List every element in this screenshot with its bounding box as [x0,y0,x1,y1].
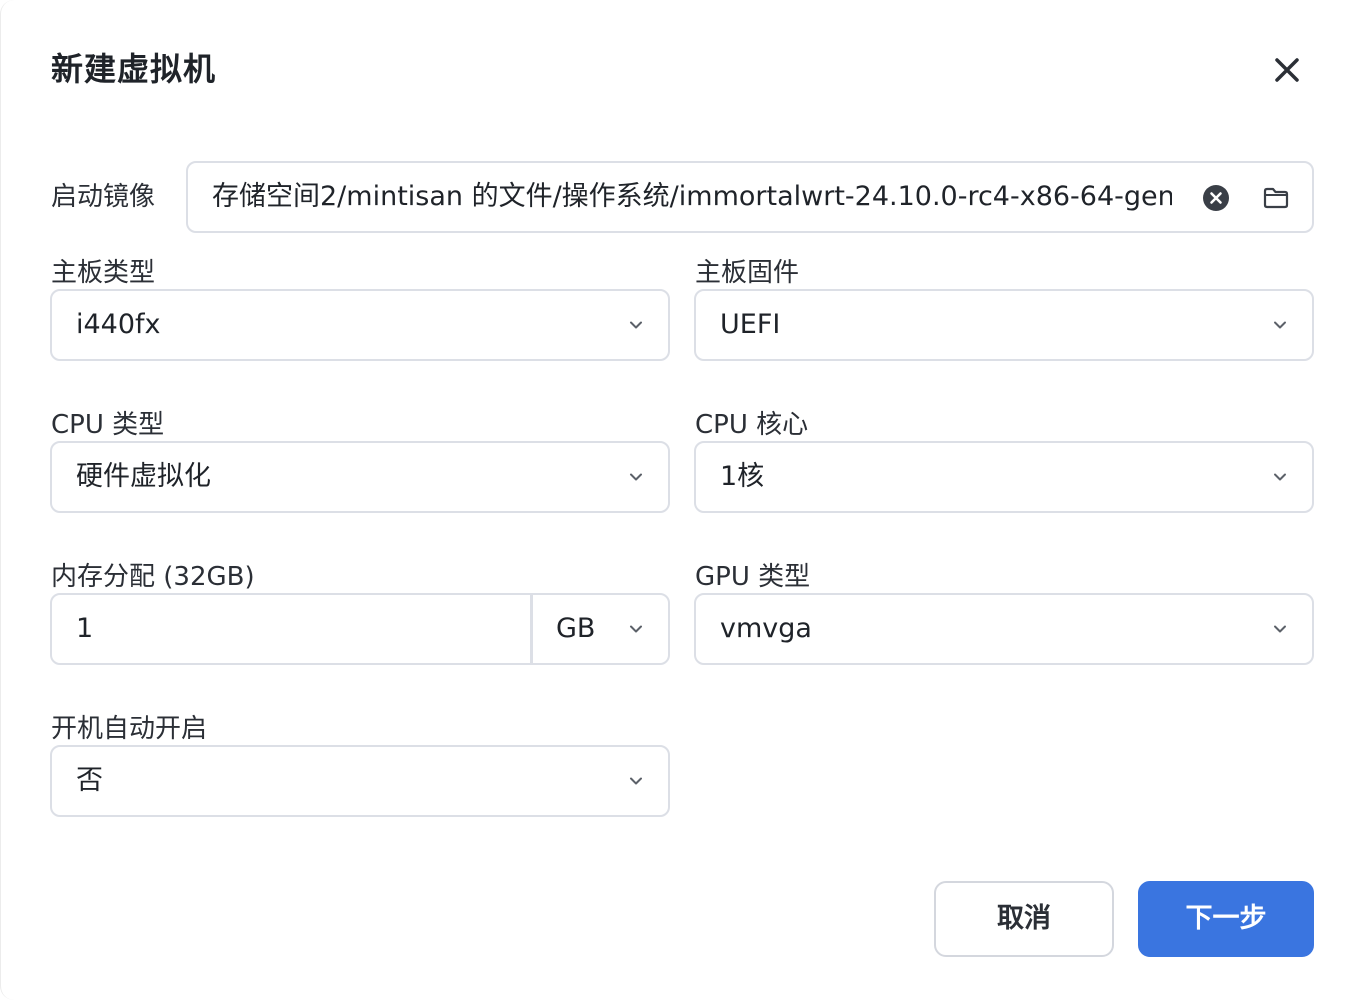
memory-label: 内存分配 (32GB) [51,562,255,592]
close-icon[interactable] [1267,50,1307,90]
gpu-type-value: vmvga [720,613,812,644]
new-vm-dialog: 新建虚拟机 启动镜像 存储空间2/mintisan 的文件/操作系统/immor… [0,0,1360,1000]
board-firmware-select[interactable]: UEFI [694,289,1314,361]
chevron-down-icon [1274,473,1286,481]
memory-field: 1 GB [50,593,670,665]
cpu-type-value: 硬件虚拟化 [76,461,211,492]
clear-circle-icon[interactable] [1202,184,1230,212]
cpu-cores-select[interactable]: 1核 [694,441,1314,513]
cpu-type-select[interactable]: 硬件虚拟化 [50,441,670,513]
cpu-type-label: CPU 类型 [51,410,165,440]
memory-unit-select[interactable]: GB [556,595,595,663]
next-step-button[interactable]: 下一步 [1138,881,1314,957]
dialog-title: 新建虚拟机 [51,50,217,88]
chevron-down-icon [630,777,642,785]
gpu-type-select[interactable]: vmvga [694,593,1314,665]
boot-image-field[interactable]: 存储空间2/mintisan 的文件/操作系统/immortalwrt-24.1… [186,161,1314,233]
autostart-select[interactable]: 否 [50,745,670,817]
boot-image-label: 启动镜像 [51,182,156,212]
folder-icon[interactable] [1262,184,1290,212]
board-firmware-value: UEFI [720,309,781,340]
chevron-down-icon [630,625,642,633]
autostart-value: 否 [76,765,103,796]
board-type-select[interactable]: i440fx [50,289,670,361]
autostart-label: 开机自动开启 [51,714,208,744]
board-type-label: 主板类型 [51,258,156,288]
chevron-down-icon [1274,625,1286,633]
memory-input[interactable]: 1 [76,595,516,663]
board-firmware-label: 主板固件 [695,258,800,288]
chevron-down-icon [630,473,642,481]
chevron-down-icon [1274,321,1286,329]
cpu-cores-label: CPU 核心 [695,410,809,440]
cpu-cores-value: 1核 [720,461,765,492]
boot-image-path: 存储空间2/mintisan 的文件/操作系统/immortalwrt-24.1… [212,181,1172,212]
memory-divider [530,595,533,663]
chevron-down-icon [630,321,642,329]
gpu-type-label: GPU 类型 [695,562,811,592]
cancel-button[interactable]: 取消 [934,881,1114,957]
board-type-value: i440fx [76,309,161,340]
